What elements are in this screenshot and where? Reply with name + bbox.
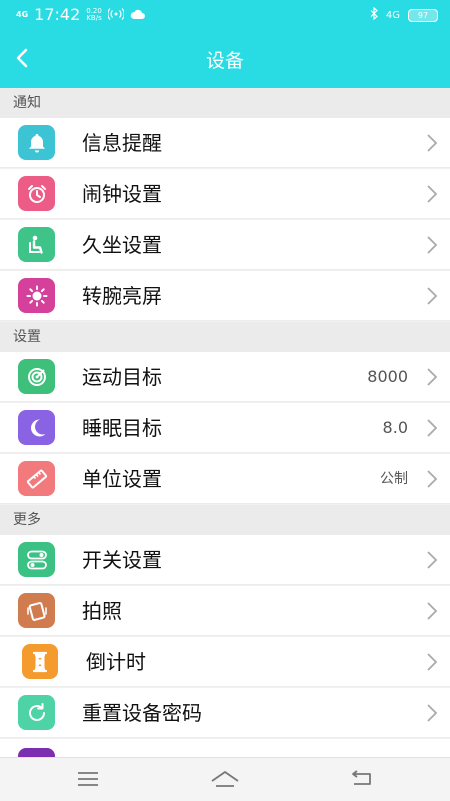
countdown-label: 倒计时	[86, 650, 146, 674]
wrist-screen-label: 转腕亮屏	[82, 284, 162, 308]
hotspot-icon	[107, 6, 125, 24]
sitting-person-icon	[18, 227, 55, 262]
sleep-goal-label: 睡眠目标	[82, 416, 162, 440]
chevron-right-icon	[427, 704, 438, 722]
network-speed: 0.20 KB/s	[86, 6, 102, 22]
menu-icon	[78, 772, 98, 786]
status-bar: 4G 17:42 0.20 KB/s 4G 97	[0, 0, 450, 30]
switch-settings-item[interactable]: 开关设置	[0, 535, 450, 585]
countdown-item[interactable]: 倒计时	[0, 637, 450, 687]
chevron-right-icon	[427, 653, 438, 671]
alarm-settings-item[interactable]: 闹钟设置	[0, 169, 450, 219]
camera-shake-icon	[18, 593, 55, 628]
bell-icon	[18, 125, 55, 160]
camera-label: 拍照	[82, 599, 122, 623]
chevron-right-icon	[427, 185, 438, 203]
home-button[interactable]	[208, 766, 242, 792]
unit-settings-label: 单位设置	[82, 467, 162, 491]
chevron-right-icon	[427, 134, 438, 152]
alarm-settings-label: 闹钟设置	[82, 182, 162, 206]
chevron-right-icon	[427, 551, 438, 569]
sedentary-settings-label: 久坐设置	[82, 233, 162, 257]
chevron-right-icon	[427, 368, 438, 386]
system-navigation-bar	[0, 757, 450, 801]
chevron-right-icon	[427, 602, 438, 620]
sun-icon	[18, 278, 55, 313]
chevron-right-icon	[427, 470, 438, 488]
ruler-icon	[18, 461, 55, 496]
return-icon	[352, 770, 371, 785]
step-goal-value: 8000	[367, 367, 408, 386]
section-header-settings: 设置	[0, 322, 450, 352]
header-bar: 4G 17:42 0.20 KB/s 4G 97 设备	[0, 0, 450, 88]
target-icon	[18, 359, 55, 394]
switch-settings-label: 开关设置	[82, 548, 162, 572]
unit-settings-value: 公制	[380, 471, 408, 487]
sedentary-settings-item[interactable]: 久坐设置	[0, 220, 450, 270]
chevron-right-icon	[427, 236, 438, 254]
step-goal-item[interactable]: 运动目标 8000	[0, 352, 450, 402]
section-header-notify: 通知	[0, 88, 450, 118]
chevron-right-icon	[427, 287, 438, 305]
back-nav-button[interactable]	[344, 766, 378, 792]
home-icon	[211, 771, 239, 787]
bluetooth-icon	[370, 6, 378, 23]
hourglass-icon	[22, 644, 58, 679]
battery-indicator: 97	[408, 8, 438, 22]
reset-password-label: 重置设备密码	[82, 701, 202, 725]
moon-icon	[18, 410, 55, 445]
unit-settings-item[interactable]: 单位设置 公制	[0, 454, 450, 504]
wrist-screen-item[interactable]: 转腕亮屏	[0, 271, 450, 321]
reset-password-item[interactable]: 重置设备密码	[0, 688, 450, 738]
status-time: 17:42	[34, 5, 81, 24]
sleep-goal-item[interactable]: 睡眠目标 8.0	[0, 403, 450, 453]
message-reminder-label: 信息提醒	[82, 131, 162, 155]
section-header-more: 更多	[0, 505, 450, 535]
toggle-icon	[18, 542, 55, 577]
message-reminder-item[interactable]: 信息提醒	[0, 118, 450, 168]
chevron-right-icon	[427, 419, 438, 437]
menu-button[interactable]	[71, 766, 105, 792]
cloud-icon	[130, 6, 146, 24]
refresh-icon	[18, 695, 55, 730]
signal-indicator: 4G	[385, 9, 400, 21]
alarm-clock-icon	[18, 176, 55, 211]
page-title: 设备	[205, 50, 244, 72]
sleep-goal-value: 8.0	[382, 418, 408, 437]
step-goal-label: 运动目标	[82, 365, 162, 389]
network-indicator: 4G	[16, 9, 29, 19]
camera-item[interactable]: 拍照	[0, 586, 450, 636]
